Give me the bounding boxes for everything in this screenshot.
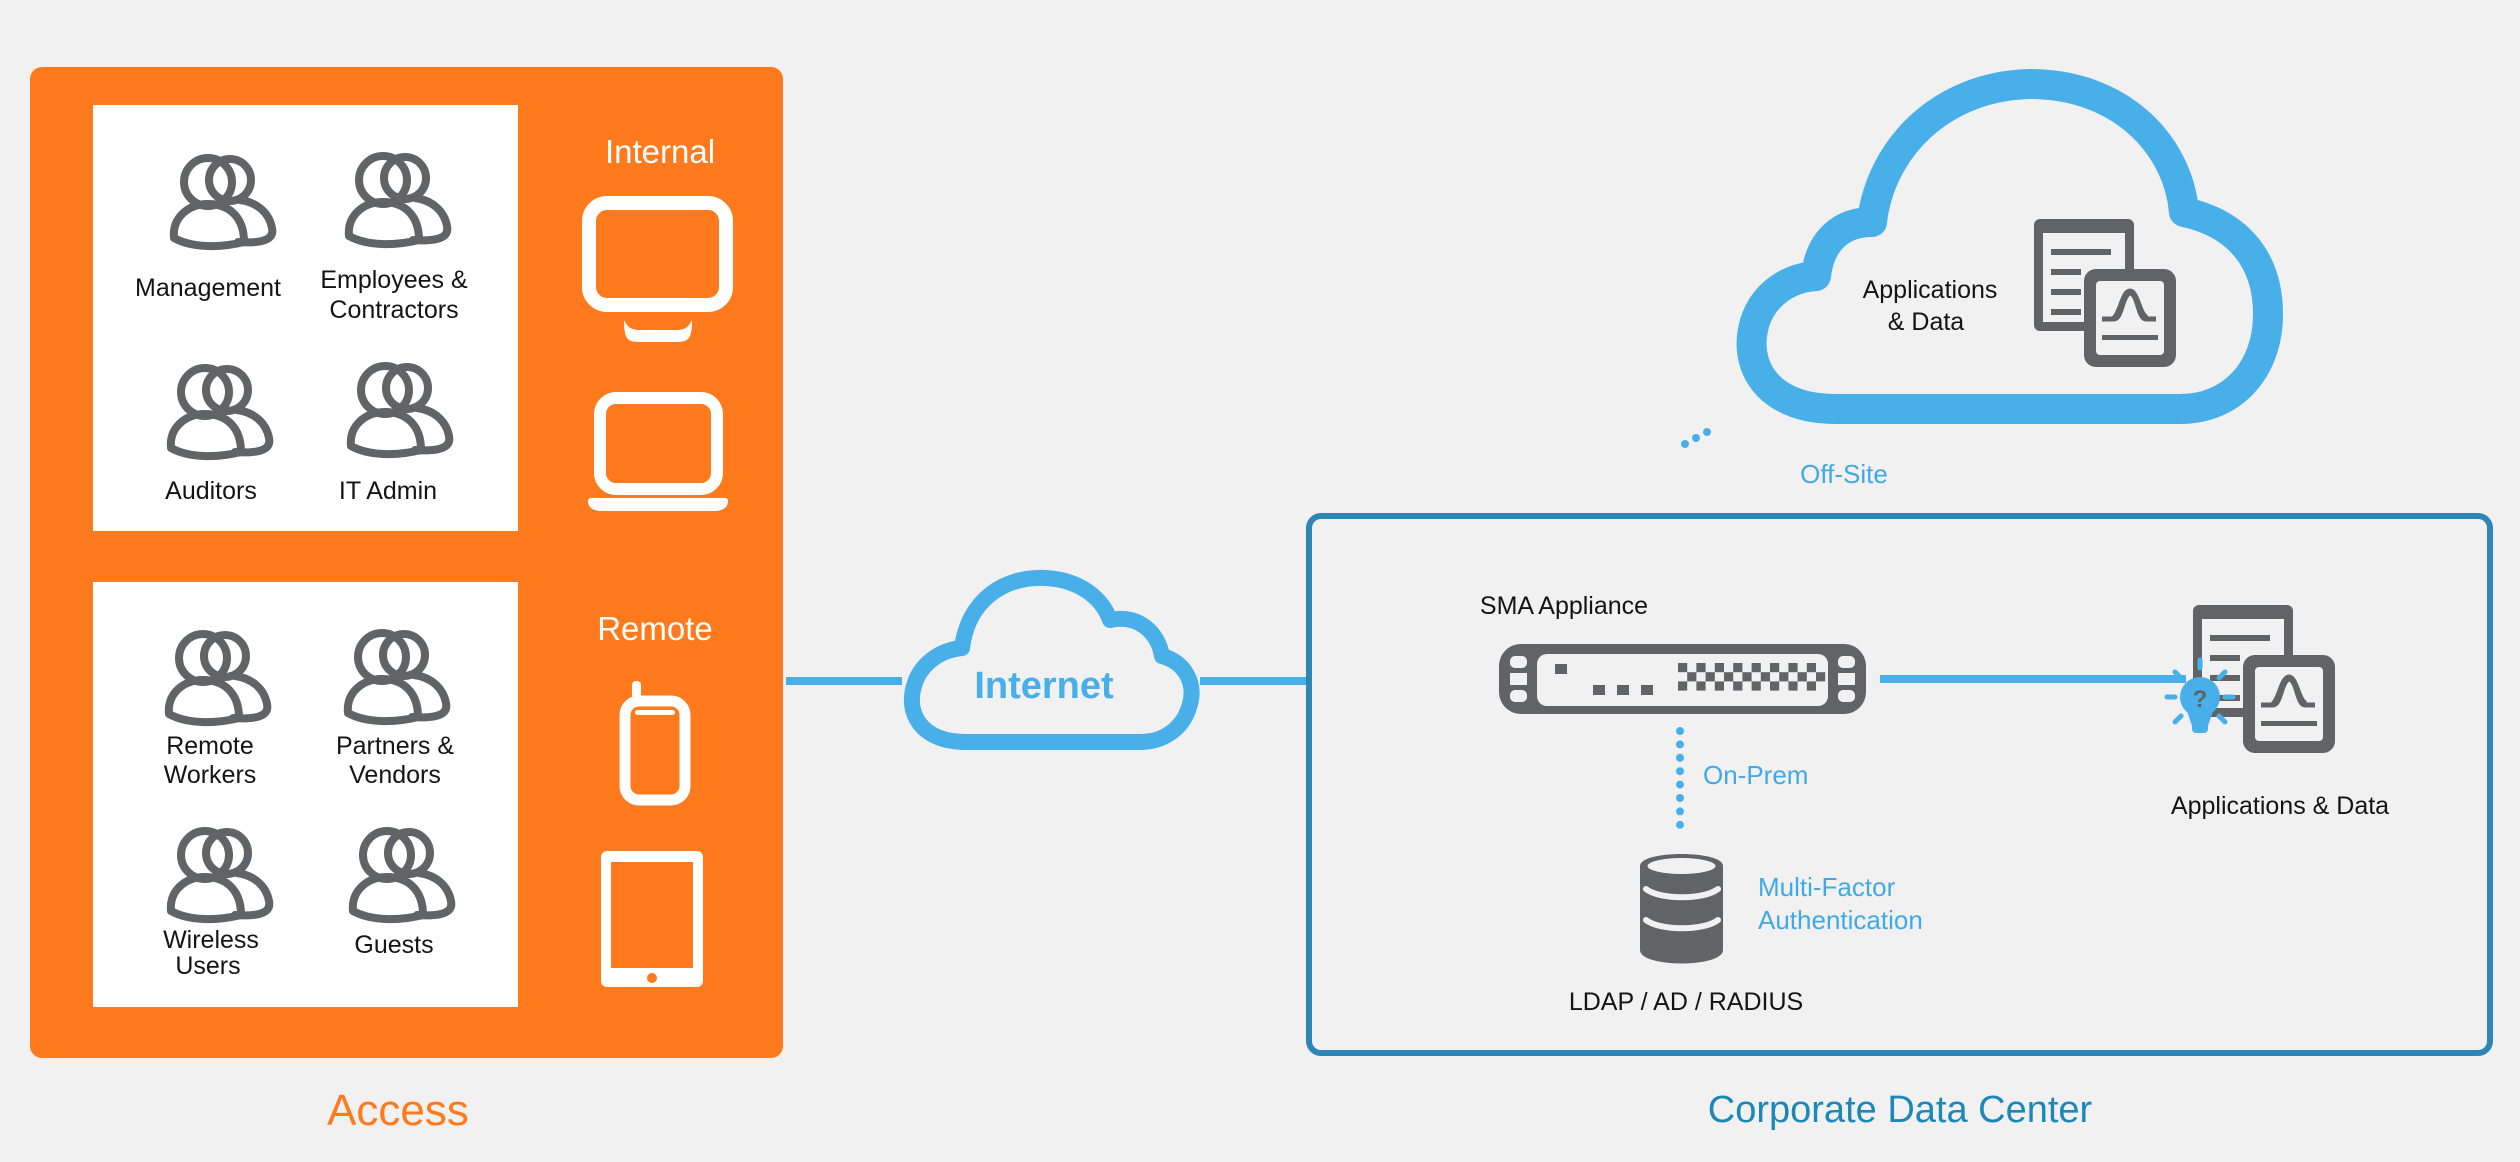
remote-heading: Remote — [597, 610, 713, 647]
appliance-port — [1742, 672, 1752, 682]
appliance-port — [1806, 663, 1816, 673]
appliance-port — [1806, 681, 1816, 691]
offsite-apps-label-line2: & Data — [1888, 308, 1965, 336]
appliance-port — [1696, 663, 1706, 673]
appliance-port — [1724, 672, 1734, 682]
appliance-port — [1770, 681, 1780, 691]
appliance-port — [1714, 663, 1724, 673]
onprem-label: On-Prem — [1703, 760, 1808, 790]
offsite-cloud-icon — [1736, 69, 2283, 424]
appliance-port — [1816, 672, 1826, 682]
appliance-port — [1687, 672, 1697, 682]
appliance-port — [1696, 681, 1706, 691]
appliance-port — [1733, 663, 1743, 673]
appliance-port — [1705, 672, 1715, 682]
remote-users-panel — [93, 582, 518, 1007]
appliance-port — [1733, 681, 1743, 691]
tablet-icon — [601, 851, 703, 987]
network-diagram: Management Employees & Contractors Audit… — [30, 67, 2493, 1135]
offsite-apps-data-icon — [2034, 219, 2176, 367]
datacenter-apps-label: Applications & Data — [2171, 792, 2389, 820]
internet-cloud-icon — [903, 569, 1200, 750]
group-label-guests: Guests — [354, 931, 433, 959]
appliance-port — [1678, 681, 1688, 691]
appliance-port — [1797, 672, 1807, 682]
appliance-port — [1714, 681, 1724, 691]
datacenter-title: Corporate Data Center — [1708, 1089, 2093, 1131]
mfa-label-line1: Multi-Factor — [1758, 872, 1896, 902]
mfa-label-line2: Authentication — [1758, 905, 1923, 935]
appliance-port — [1678, 663, 1688, 673]
directory-label: LDAP / AD / RADIUS — [1569, 988, 1803, 1016]
group-label-remote-workers-line1: Remote — [166, 732, 254, 760]
offsite-connector-dots — [1681, 428, 1711, 448]
group-label-remote-workers-line2: Workers — [164, 761, 257, 789]
group-label-partners-line1: Partners & — [336, 732, 454, 760]
internal-heading: Internal — [605, 133, 715, 170]
group-label-employees-line1: Employees & — [320, 266, 468, 294]
offsite-label: Off-Site — [1800, 459, 1888, 489]
appliance-port — [1751, 663, 1761, 673]
appliance-port — [1770, 663, 1780, 673]
offsite-apps-label-line1: Applications — [1863, 276, 1998, 304]
group-label-partners-line2: Vendors — [349, 761, 441, 789]
group-label-employees-line2: Contractors — [329, 296, 458, 324]
svg-text:?: ? — [2193, 686, 2208, 713]
appliance-port — [1760, 672, 1770, 682]
group-label-it-admin: IT Admin — [339, 477, 437, 505]
directory-database-icon — [1640, 854, 1723, 964]
appliance-port — [1751, 681, 1761, 691]
group-label-management: Management — [135, 274, 281, 302]
datacenter-apps-data-icon — [2193, 605, 2335, 753]
group-label-wireless-line1: Wireless — [163, 926, 259, 954]
sma-appliance-icon — [1499, 644, 1866, 714]
appliance-port — [1788, 681, 1798, 691]
sma-appliance-label: SMA Appliance — [1480, 592, 1648, 620]
access-title: Access — [327, 1086, 469, 1135]
group-label-wireless-line2: Users — [175, 952, 240, 980]
group-label-auditors: Auditors — [165, 477, 257, 505]
appliance-port — [1788, 663, 1798, 673]
appliance-port — [1779, 672, 1789, 682]
internet-label: Internet — [974, 665, 1114, 707]
